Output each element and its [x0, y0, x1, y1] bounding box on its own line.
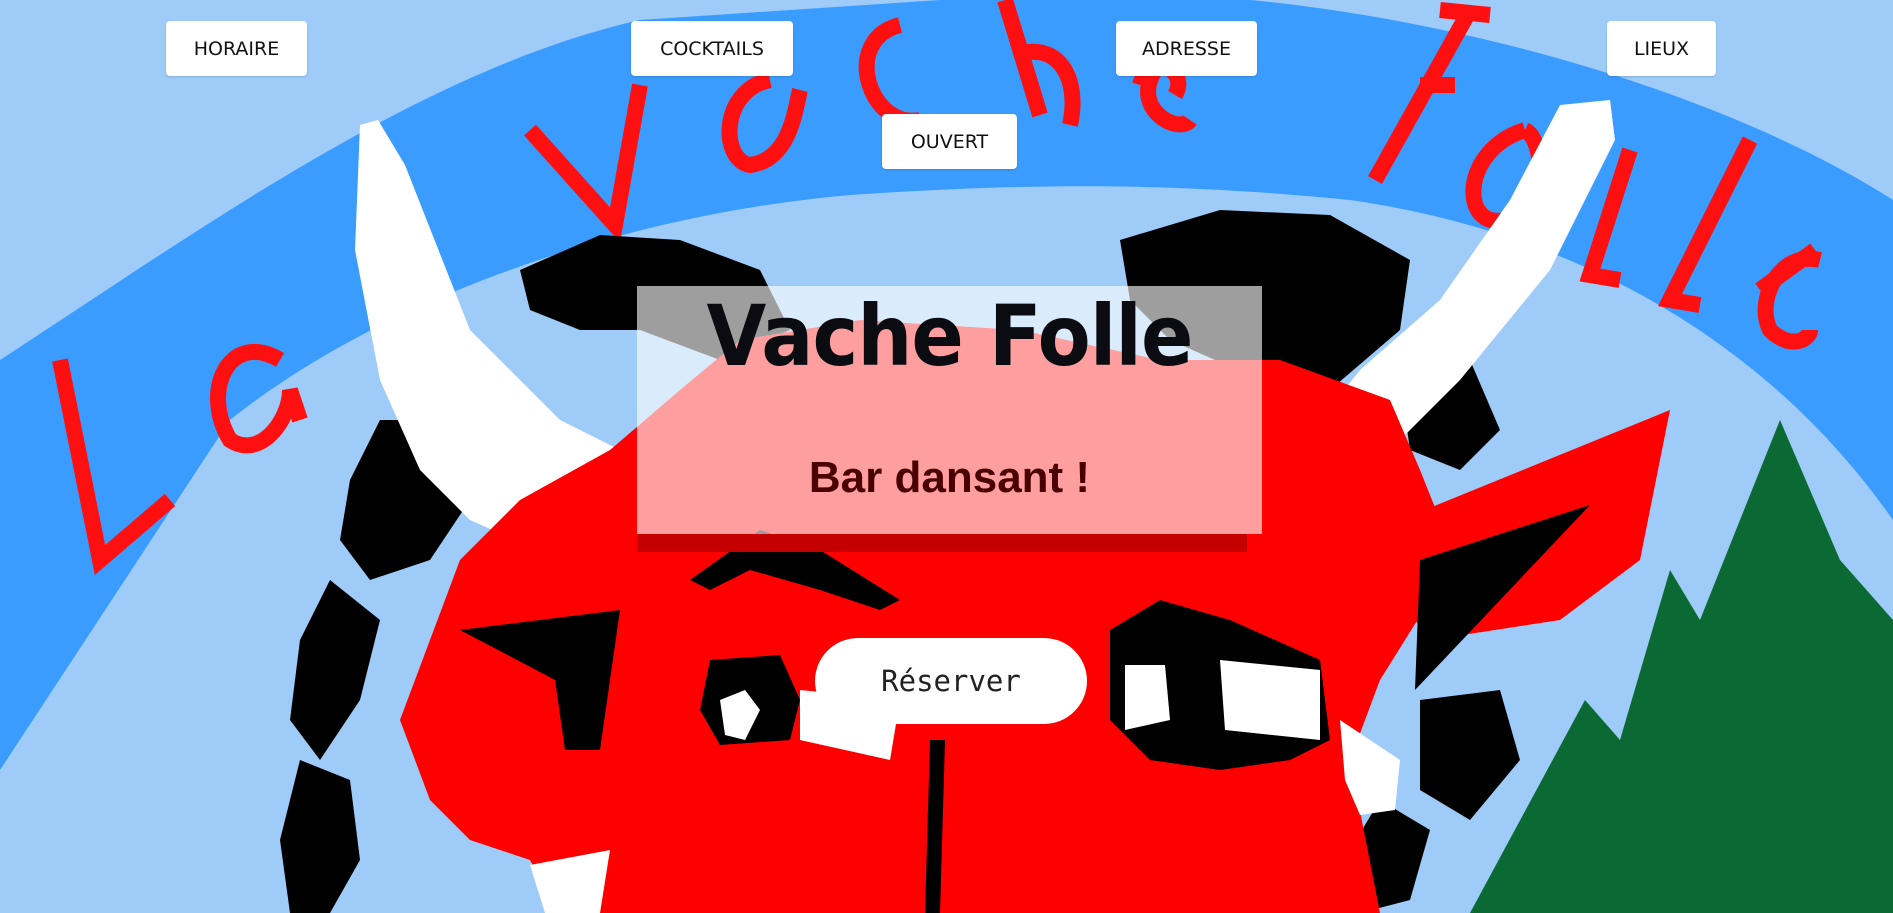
nav-ouvert-button[interactable]: OUVERT — [882, 114, 1017, 169]
reserve-button[interactable]: Réserver — [815, 638, 1087, 724]
nav-cocktails-button[interactable]: COCKTAILS — [631, 21, 793, 76]
hero-subtitle: Bar dansant ! — [808, 453, 1091, 502]
nav-lieux-button[interactable]: LIEUX — [1607, 21, 1716, 76]
nav-adresse-button[interactable]: ADRESSE — [1116, 21, 1257, 76]
hero-panel-shadow — [637, 534, 1247, 552]
hero-title: Vache Folle — [706, 287, 1194, 385]
nav-horaire-button[interactable]: HORAIRE — [166, 21, 307, 76]
